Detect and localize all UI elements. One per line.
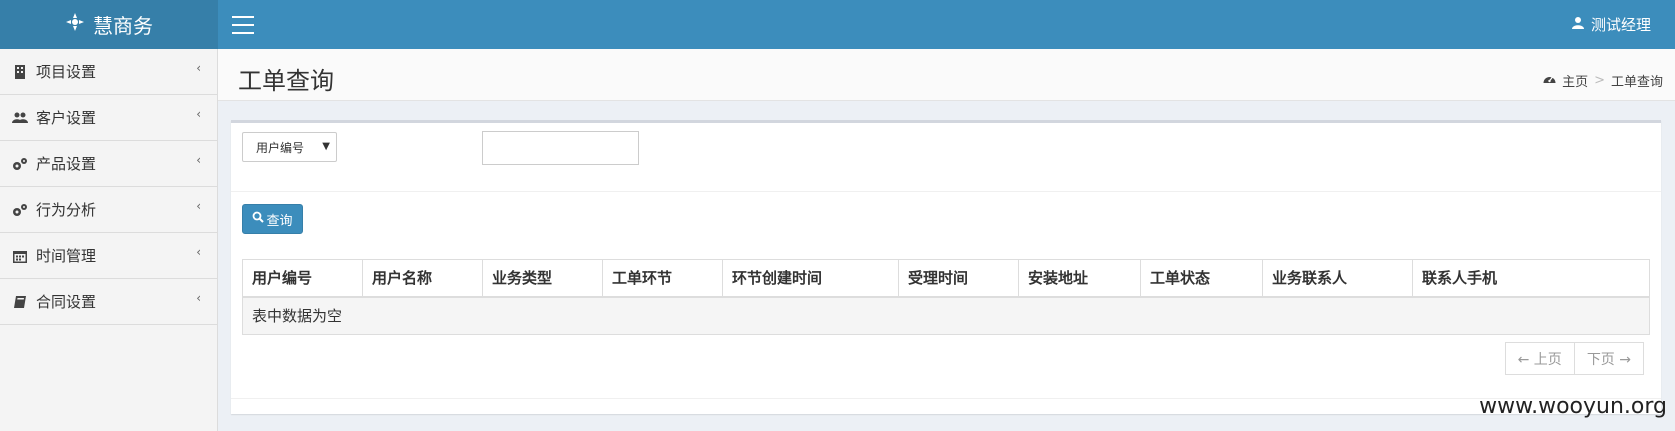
book-icon [12,294,28,310]
column-header[interactable]: 安装地址 [1018,259,1141,298]
sidebar-item-customer-settings[interactable]: 客户设置 ‹ [0,95,217,141]
chevron-left-icon: ‹ [196,199,201,213]
sidebar-item-label: 项目设置 [36,63,97,81]
dashboard-icon [1543,73,1556,89]
search-button-label: 查询 [266,213,293,229]
query-panel: 用户编号 ▼ 查询 用户编号 用户名称 业务类型 工单环节 环节创建时间 受理时… [231,120,1661,414]
gears-icon [12,202,28,218]
chevron-left-icon: ‹ [196,61,201,75]
column-header[interactable]: 工单环节 [602,259,723,298]
sidebar-item-behavior-analysis[interactable]: 行为分析 ‹ [0,187,217,233]
brand-name: 慧商务 [93,14,153,38]
gears-icon [12,156,28,172]
logo-icon [65,12,85,37]
sidebar-item-label: 时间管理 [36,247,97,265]
search-icon [252,211,265,227]
column-header[interactable]: 用户名称 [362,259,483,298]
building-icon [12,64,28,80]
breadcrumb-current: 工单查询 [1610,75,1663,90]
content-header: 工单查询 主页 > 工单查询 [218,49,1675,101]
field-select-value: 用户编号 [256,140,305,155]
search-input[interactable] [482,131,639,165]
sidebar: 项目设置 ‹ 客户设置 ‹ 产品设置 ‹ 行为分析 ‹ 时间管理 ‹ 合同设置 … [0,49,218,431]
next-page-button[interactable]: 下页 → [1574,342,1644,375]
breadcrumb: 主页 > 工单查询 [1543,71,1663,90]
sidebar-item-label: 合同设置 [36,293,97,311]
sidebar-item-label: 行为分析 [36,201,97,219]
sidebar-item-label: 产品设置 [36,155,97,173]
user-icon [1571,16,1585,34]
chevron-left-icon: ‹ [196,153,201,167]
column-header[interactable]: 业务联系人 [1262,259,1413,298]
column-header[interactable]: 联系人手机 [1412,259,1650,298]
chevron-left-icon: ‹ [196,245,201,259]
search-button[interactable]: 查询 [242,204,303,234]
hamburger-line [232,32,254,34]
top-navbar: 测试经理 [218,0,1675,49]
column-header[interactable]: 用户编号 [242,259,363,298]
page-title: 工单查询 [238,67,334,95]
box-footer [231,398,1661,399]
calendar-icon [12,248,28,264]
prev-page-button[interactable]: ← 上页 [1504,342,1575,375]
sidebar-item-time-management[interactable]: 时间管理 ‹ [0,233,217,279]
caret-down-icon: ▼ [322,141,330,152]
chevron-left-icon: ‹ [196,291,201,305]
work-order-table: 用户编号 用户名称 业务类型 工单环节 环节创建时间 受理时间 安装地址 工单状… [242,259,1650,335]
chevron-left-icon: ‹ [196,107,201,121]
table-header-row: 用户编号 用户名称 业务类型 工单环节 环节创建时间 受理时间 安装地址 工单状… [242,259,1650,298]
sidebar-item-label: 客户设置 [36,109,97,127]
sidebar-item-contract-settings[interactable]: 合同设置 ‹ [0,279,217,325]
hamburger-line [232,16,254,18]
divider [231,191,1661,192]
sidebar-toggle-button[interactable] [228,13,258,37]
column-header[interactable]: 业务类型 [482,259,603,298]
column-header[interactable]: 环节创建时间 [722,259,899,298]
field-select[interactable]: 用户编号 ▼ [242,132,337,162]
sidebar-item-project-settings[interactable]: 项目设置 ‹ [0,49,217,95]
hamburger-line [232,24,254,26]
column-header[interactable]: 受理时间 [898,259,1019,298]
user-menu[interactable]: 测试经理 [1571,0,1651,49]
watermark: www.wooyun.org [1479,394,1667,419]
column-header[interactable]: 工单状态 [1140,259,1263,298]
user-name: 测试经理 [1590,16,1651,34]
breadcrumb-home-link[interactable]: 主页 [1562,71,1588,90]
users-icon [12,110,28,126]
sidebar-item-product-settings[interactable]: 产品设置 ‹ [0,141,217,187]
breadcrumb-separator: > [1594,73,1605,88]
table-row: 表中数据为空 [242,296,1650,335]
brand-logo[interactable]: 慧商务 [0,0,218,49]
empty-table-message: 表中数据为空 [242,296,1650,335]
pagination: ← 上页 下页 → [1504,342,1644,375]
